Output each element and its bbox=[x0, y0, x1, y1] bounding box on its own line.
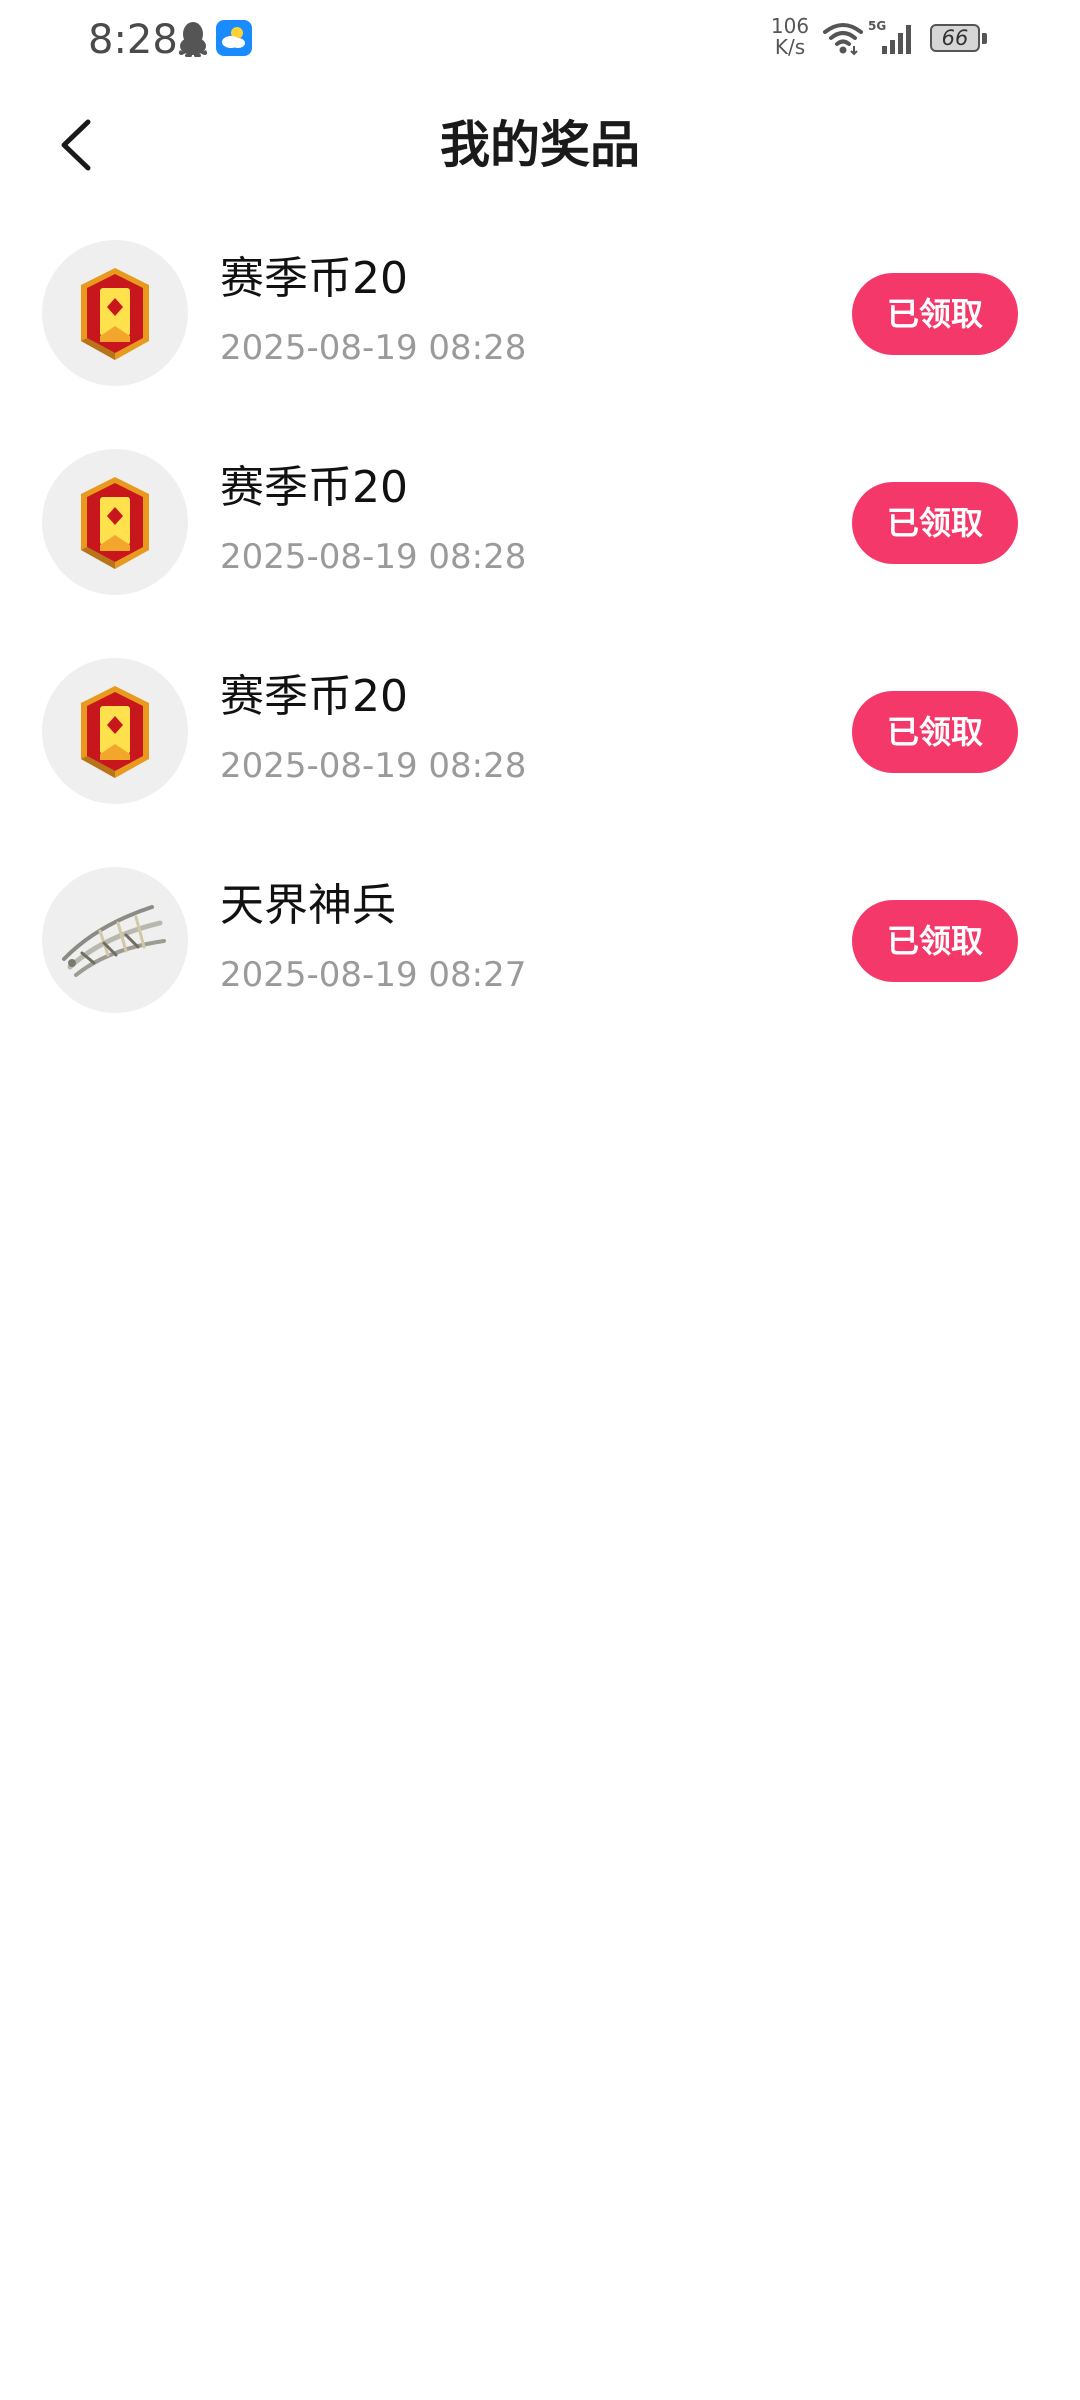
prize-list-item: 天界神兵 2025-08-19 08:27 已领取 bbox=[0, 857, 1080, 1066]
signal-icon: 5G bbox=[868, 18, 920, 56]
network-speed-unit: K/s bbox=[774, 35, 806, 59]
claimed-button[interactable]: 已领取 bbox=[852, 900, 1018, 982]
qq-icon bbox=[176, 20, 210, 58]
prize-date: 2025-08-19 08:28 bbox=[220, 537, 527, 577]
status-time: 8:28 bbox=[88, 17, 178, 63]
page-title: 我的奖品 bbox=[440, 116, 640, 174]
prize-date: 2025-08-19 08:28 bbox=[220, 746, 527, 786]
header: 我的奖品 bbox=[0, 80, 1080, 210]
battery-level: 66 bbox=[941, 26, 969, 50]
weather-icon bbox=[216, 20, 252, 56]
claimed-button[interactable]: 已领取 bbox=[852, 691, 1018, 773]
network-speed: 106 K/s bbox=[766, 16, 814, 58]
prize-date: 2025-08-19 08:27 bbox=[220, 955, 527, 995]
prize-date: 2025-08-19 08:28 bbox=[220, 328, 527, 368]
wifi-icon bbox=[822, 20, 864, 56]
season-coin-badge-icon bbox=[42, 240, 188, 386]
prize-name: 赛季币20 bbox=[220, 671, 408, 722]
season-coin-badge-icon bbox=[42, 658, 188, 804]
prize-list: 赛季币20 2025-08-19 08:28 已领取 赛季币20 2025-08… bbox=[0, 230, 1080, 1066]
prize-list-item: 赛季币20 2025-08-19 08:28 已领取 bbox=[0, 648, 1080, 857]
prize-list-item: 赛季币20 2025-08-19 08:28 已领取 bbox=[0, 439, 1080, 648]
claimed-button[interactable]: 已领取 bbox=[852, 273, 1018, 355]
network-type-label: 5G bbox=[868, 19, 886, 33]
prize-name: 赛季币20 bbox=[220, 462, 408, 513]
prize-list-item: 赛季币20 2025-08-19 08:28 已领取 bbox=[0, 230, 1080, 439]
prize-name: 赛季币20 bbox=[220, 253, 408, 304]
battery-icon: 66 bbox=[930, 24, 988, 54]
status-bar: 8:28 106 K/s 5G 66 bbox=[0, 0, 1080, 80]
season-coin-badge-icon bbox=[42, 449, 188, 595]
divine-weapon-icon bbox=[42, 867, 188, 1013]
claimed-button[interactable]: 已领取 bbox=[852, 482, 1018, 564]
prize-name: 天界神兵 bbox=[220, 880, 396, 931]
network-speed-value: 106 bbox=[770, 14, 810, 38]
